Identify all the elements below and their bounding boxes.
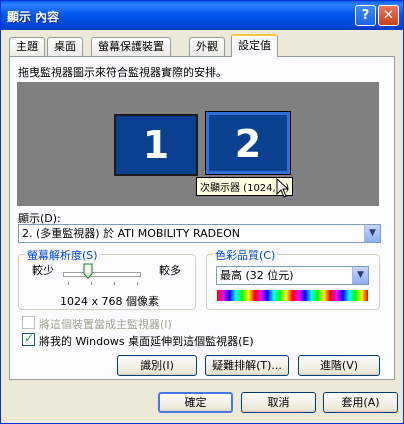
slider-tick: [68, 282, 69, 285]
checkmark-icon: ✓: [24, 331, 35, 345]
advanced-button[interactable]: 進階(V): [298, 355, 380, 376]
monitor-1[interactable]: 1: [114, 114, 198, 176]
tab-screensaver[interactable]: 螢幕保護裝置: [91, 37, 171, 56]
primary-monitor-checkbox[interactable]: [22, 316, 35, 329]
color-quality-select[interactable]: 最高 (32 位元) ▼: [216, 266, 369, 285]
chevron-down-icon[interactable]: ▼: [352, 267, 368, 284]
color-quality-value: 最高 (32 位元): [220, 269, 294, 282]
slider-tick: [114, 282, 115, 285]
mouse-cursor-icon: [276, 178, 290, 198]
primary-monitor-label: 將這個裝置當成主監視器(I): [39, 318, 172, 331]
resolution-title: 螢幕解析度(S): [25, 247, 100, 263]
identify-button[interactable]: 識別(I): [117, 355, 197, 376]
monitor-2[interactable]: 2: [205, 111, 291, 175]
resolution-more-label: 較多: [159, 264, 181, 277]
help-button[interactable]: ?: [355, 5, 376, 26]
display-select-value: 2. (多重監視器) 於 ATI MOBILITY RADEON: [22, 227, 240, 240]
resolution-value: 1024 x 768 個像素: [60, 295, 159, 308]
color-spectrum-bar: [217, 290, 368, 301]
troubleshoot-button[interactable]: 疑難排解(T)...: [205, 355, 289, 376]
resolution-less-label: 較少: [32, 264, 54, 277]
tab-desktop[interactable]: 桌面: [47, 37, 83, 56]
tab-themes[interactable]: 主題: [9, 37, 45, 56]
close-button[interactable]: ✕: [378, 5, 399, 26]
resolution-slider-track[interactable]: [63, 272, 141, 277]
apply-button[interactable]: 套用(A): [323, 392, 398, 413]
window-title: 顯示 內容: [7, 10, 60, 24]
slider-tick: [137, 282, 138, 285]
resolution-slider-thumb[interactable]: [83, 263, 93, 279]
title-bar[interactable]: 顯示 內容 ? ✕: [1, 1, 403, 30]
chevron-down-icon[interactable]: ▼: [364, 225, 380, 242]
display-select[interactable]: 2. (多重監視器) 於 ATI MOBILITY RADEON ▼: [18, 224, 381, 243]
cancel-button[interactable]: 取消: [241, 392, 316, 413]
extend-desktop-label: 將我的 Windows 桌面延伸到這個監視器(E): [39, 335, 254, 348]
extend-desktop-checkbox[interactable]: ✓: [22, 331, 35, 346]
tab-settings[interactable]: 設定值: [231, 34, 278, 57]
color-quality-title: 色彩品質(C): [213, 247, 278, 263]
slider-tick: [91, 282, 92, 285]
monitor-arrangement-area: 1 2 次顯示器 (1024, 0): [17, 82, 379, 206]
ok-button[interactable]: 確定: [158, 392, 233, 413]
tab-appearance[interactable]: 外觀: [189, 37, 225, 56]
instruction-text: 拖曳監視器圖示來符合監視器實際的安排。: [18, 66, 227, 79]
